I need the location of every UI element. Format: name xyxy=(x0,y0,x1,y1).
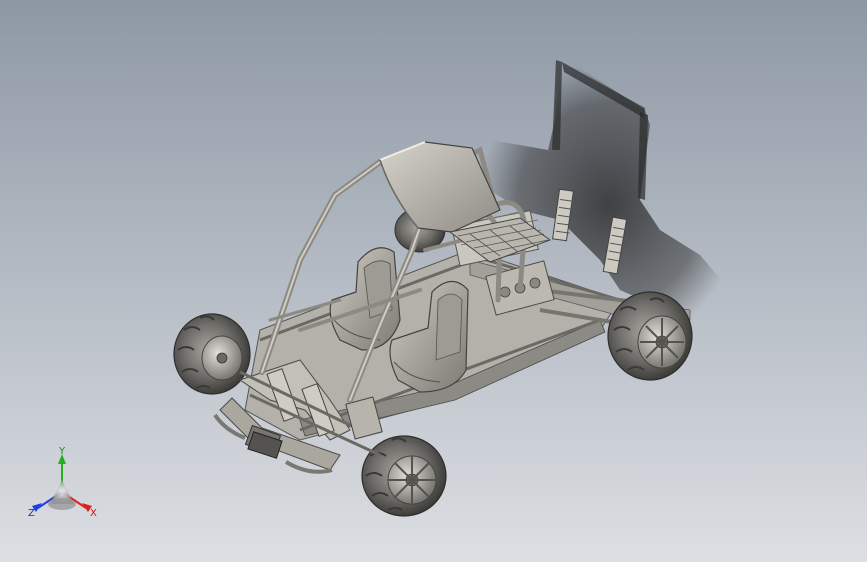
triad-y-label: Y xyxy=(58,446,66,457)
triad-x-label: X xyxy=(90,508,97,519)
front-right-tire xyxy=(361,435,447,517)
graphics-viewport[interactable]: Y X Z xyxy=(0,0,867,562)
model-scene[interactable] xyxy=(0,0,867,562)
rear-right-tire xyxy=(607,291,693,381)
front-left-tire xyxy=(173,313,251,395)
axis-triad: Y X Z xyxy=(28,446,97,519)
triad-z-label: Z xyxy=(28,508,35,519)
